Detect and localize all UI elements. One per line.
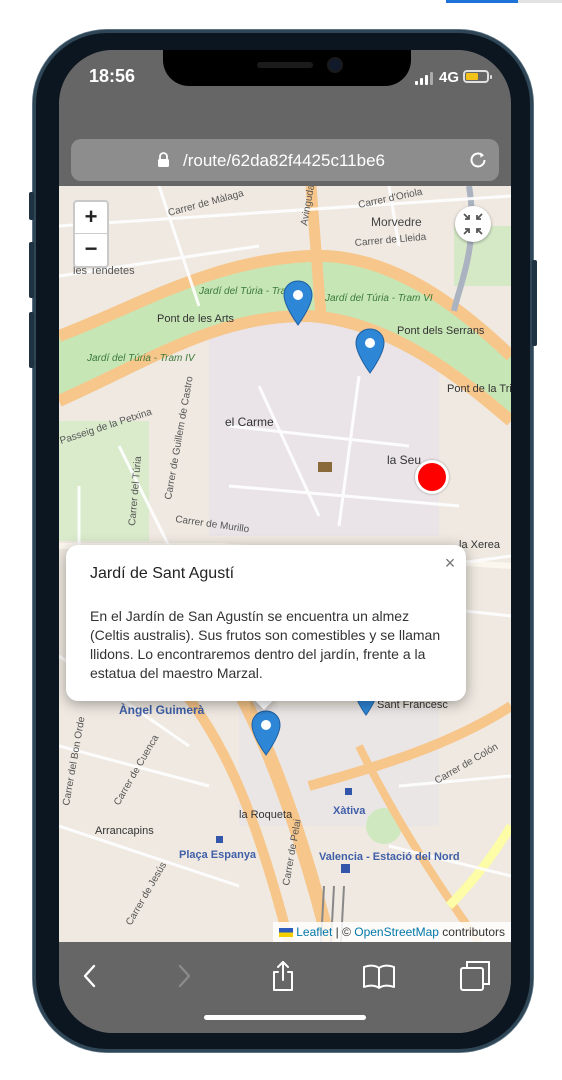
reload-icon[interactable] <box>467 149 489 171</box>
browser-address-area: /route/62da82f4425c11be6 <box>59 110 511 186</box>
network-type: 4G <box>439 69 460 86</box>
address-bar[interactable]: /route/62da82f4425c11be6 <box>71 139 499 181</box>
back-icon[interactable] <box>73 958 109 994</box>
signal-icon <box>415 72 433 85</box>
attribution-contributors: contributors <box>438 925 505 939</box>
volume-down-button <box>29 312 34 368</box>
exit-fullscreen-button[interactable] <box>455 206 491 242</box>
top-edge-tab-inactive <box>518 0 562 3</box>
map-label: Jardí del Túria - Tram IV <box>86 353 196 364</box>
forward-icon[interactable] <box>165 958 201 994</box>
map-label: Valencia - Estació del Nord <box>319 851 460 863</box>
tabs-icon[interactable] <box>457 958 493 994</box>
status-bar: 18:56 4G <box>59 50 511 110</box>
map-label: Arrancapins <box>95 825 154 837</box>
map-label: la Seu <box>387 453 421 467</box>
map-attribution: Leaflet | © OpenStreetMap contributors <box>273 922 511 942</box>
popup-description: En el Jardín de San Agustín se encuentra… <box>90 608 441 681</box>
map-label: Pont de la Trinitat <box>447 383 511 395</box>
share-icon[interactable] <box>265 958 301 994</box>
current-location-marker[interactable] <box>415 460 449 494</box>
map-label: la Xerea <box>459 539 501 551</box>
top-edge-tab <box>446 0 518 3</box>
leaflet-link[interactable]: Leaflet <box>296 925 332 939</box>
openstreetmap-link[interactable]: OpenStreetMap <box>354 925 439 939</box>
map-view[interactable]: Carrer de Màlaga Avinguda Carrer d'Oriol… <box>59 186 511 942</box>
map-label: el Carme <box>225 415 274 429</box>
page: 18:56 4G /route/62da82f4425c11be6 Carrer… <box>0 0 562 1080</box>
lock-icon <box>158 152 169 167</box>
map-marker-icon[interactable] <box>355 328 385 374</box>
map-popup: Jardí de Sant Agustí × En el Jardín de S… <box>66 545 466 701</box>
power-button <box>532 260 537 346</box>
popup-close-button[interactable]: × <box>442 553 458 574</box>
notch <box>163 50 411 86</box>
map-label: Plaça Espanya <box>179 849 257 861</box>
status-time: 18:56 <box>89 66 136 86</box>
silent-switch <box>29 192 34 220</box>
front-camera <box>329 59 341 71</box>
home-indicator[interactable] <box>204 1015 366 1020</box>
map-label: Pont dels Serrans <box>397 325 485 337</box>
map-marker-icon[interactable] <box>251 710 281 756</box>
collapse-icon <box>463 213 483 235</box>
map-label: Pont de les Arts <box>157 313 235 325</box>
map-label: Jardí del Túria - Tram VI <box>324 293 433 304</box>
battery-icon <box>463 70 492 83</box>
phone-screen: 18:56 4G /route/62da82f4425c11be6 Carrer… <box>59 50 511 1033</box>
popup-title: Jardí de Sant Agustí <box>90 565 235 582</box>
map-label: Àngel Guimerà <box>119 702 205 717</box>
url-text: /route/62da82f4425c11be6 <box>183 151 385 170</box>
map-label: la Roqueta <box>239 809 293 821</box>
phone-frame: 18:56 4G /route/62da82f4425c11be6 Carrer… <box>29 30 537 1052</box>
earpiece-speaker <box>257 62 313 68</box>
map-label: Morvedre <box>371 215 422 229</box>
browser-toolbar <box>59 942 511 1033</box>
zoom-in-button[interactable]: + <box>75 202 107 234</box>
bookmarks-icon[interactable] <box>361 958 397 994</box>
ukraine-flag-icon <box>279 928 294 937</box>
attribution-separator: | © <box>332 925 355 939</box>
zoom-control: + − <box>73 200 109 268</box>
map-marker-icon[interactable] <box>283 280 313 326</box>
zoom-out-button[interactable]: − <box>75 234 107 266</box>
volume-up-button <box>29 242 34 298</box>
map-label: Xàtiva <box>333 805 366 817</box>
